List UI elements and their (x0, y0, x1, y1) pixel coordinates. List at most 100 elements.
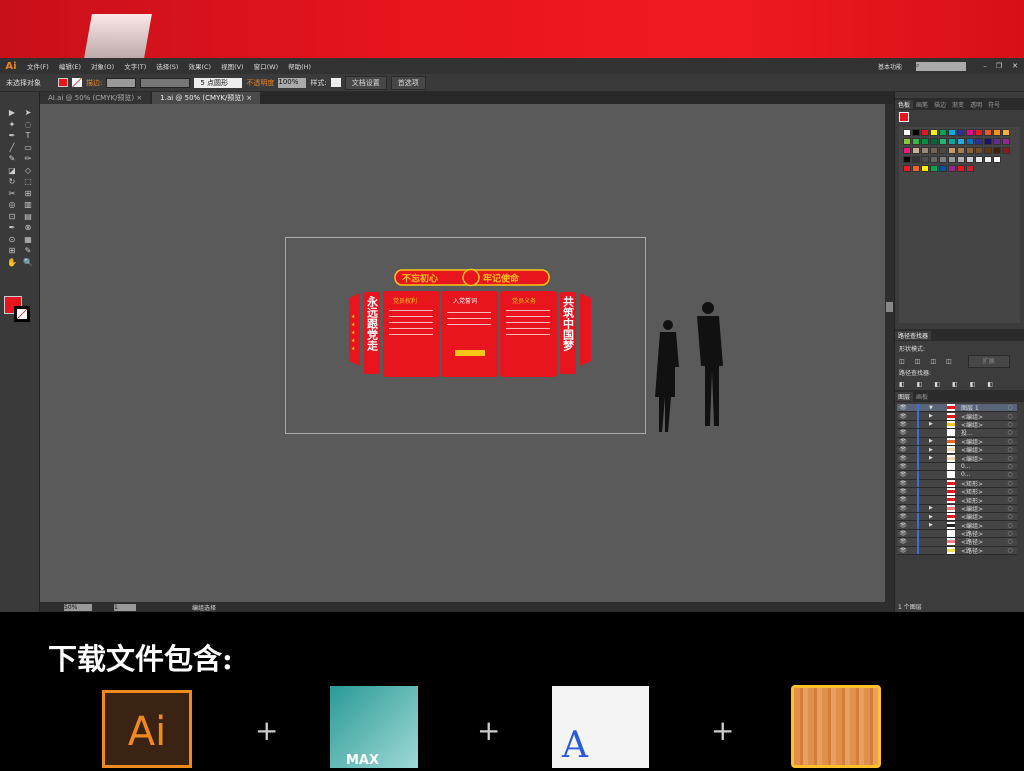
divide-icon[interactable]: ◧ (899, 379, 905, 390)
visibility-eye-icon[interactable]: 👁 (897, 429, 909, 436)
eraser-tool-icon[interactable]: ◇ (23, 166, 33, 176)
panel-tab[interactable]: 色板 (895, 99, 914, 109)
menu-item[interactable]: 编辑(E) (59, 61, 81, 71)
fill-swatch[interactable] (58, 78, 68, 87)
target-icon[interactable]: ○ (1003, 463, 1017, 470)
target-icon[interactable]: ○ (1003, 455, 1017, 462)
target-icon[interactable]: ○ (1003, 438, 1017, 445)
color-swatch[interactable] (930, 129, 938, 136)
expand-arrow-icon[interactable]: ▶ (929, 514, 937, 520)
panel-tab[interactable]: 画笔 (913, 100, 931, 109)
color-swatch[interactable] (921, 129, 929, 136)
visibility-eye-icon[interactable]: 👁 (897, 538, 909, 545)
color-swatch[interactable] (903, 129, 911, 136)
color-swatch[interactable] (921, 147, 929, 154)
blend-tool-icon[interactable]: ⊗ (23, 223, 33, 233)
panel-tab[interactable]: 描边 (931, 100, 949, 109)
layer-row[interactable]: 👁 0... ○ (897, 462, 1017, 472)
target-icon[interactable]: ○ (1003, 522, 1017, 529)
color-swatch[interactable] (921, 138, 929, 145)
menu-item[interactable]: 视图(V) (221, 61, 244, 71)
layer-row[interactable]: 👁 ▶ <编组> ○ (897, 454, 1017, 463)
target-icon[interactable]: ○ (1003, 413, 1017, 420)
hand-tool-icon[interactable]: ✋ (7, 258, 17, 268)
visibility-eye-icon[interactable]: 👁 (897, 480, 909, 487)
direct-selection-tool-icon[interactable]: ➤ (23, 108, 33, 118)
expand-arrow-icon[interactable]: ▶ (929, 522, 937, 528)
unite-icon[interactable]: ◫ (899, 356, 905, 367)
color-swatch[interactable] (1002, 129, 1010, 136)
preferences-button[interactable]: 首选项 (390, 75, 426, 90)
restore-button[interactable]: ❐ (992, 62, 1006, 70)
target-icon[interactable]: ○ (1003, 446, 1017, 453)
color-swatch[interactable] (1002, 147, 1010, 154)
slice-tool-icon[interactable]: ✎ (23, 246, 33, 256)
color-swatch[interactable] (957, 138, 965, 145)
color-swatch[interactable] (930, 147, 938, 154)
color-swatch[interactable] (939, 138, 947, 145)
menu-item[interactable]: 选择(S) (156, 61, 178, 71)
selection-tool-icon[interactable]: ▶ (7, 108, 17, 118)
color-swatch[interactable] (993, 138, 1001, 145)
expand-arrow-icon[interactable]: ▶ (929, 447, 937, 453)
variable-width-select[interactable] (140, 77, 191, 88)
color-swatch[interactable] (966, 138, 974, 145)
opacity-label[interactable]: 不透明度 (246, 78, 274, 88)
color-swatch[interactable] (903, 165, 911, 172)
tab-layers[interactable]: 图层 (895, 391, 914, 401)
color-swatch[interactable] (903, 156, 911, 163)
blob-brush-tool-icon[interactable]: ◪ (7, 166, 17, 176)
pencil-tool-icon[interactable]: ✏ (23, 154, 33, 164)
artwork-culture-wall[interactable]: 不忘初心 牢记使命 ★ ★ ★ ★ ★ 永远跟党走 党员权利 入党誓词 党员义务 共筑中… (345, 266, 595, 381)
expand-arrow-icon[interactable]: ▼ (929, 405, 937, 411)
paintbrush-tool-icon[interactable]: ✎ (7, 154, 17, 164)
close-button[interactable]: ✕ (1006, 62, 1024, 70)
color-swatch[interactable] (984, 138, 992, 145)
color-swatch[interactable] (1002, 138, 1010, 145)
color-swatch[interactable] (921, 165, 929, 172)
pen-tool-icon[interactable]: ✒ (7, 131, 17, 141)
color-swatch[interactable] (912, 147, 920, 154)
warp-tool-icon[interactable]: ✂ (7, 189, 17, 199)
gradient-tool-icon[interactable]: ▤ (23, 212, 33, 222)
target-icon[interactable]: ○ (1003, 547, 1017, 554)
shape-builder-tool-icon[interactable]: ◎ (7, 200, 17, 210)
mesh-tool-icon[interactable]: ⊡ (7, 212, 17, 222)
target-icon[interactable]: ○ (1003, 488, 1017, 495)
color-swatch[interactable] (966, 129, 974, 136)
rotate-tool-icon[interactable]: ↻ (7, 177, 17, 187)
minus-front-icon[interactable]: ◫ (915, 356, 921, 367)
visibility-eye-icon[interactable]: 👁 (897, 522, 909, 529)
target-icon[interactable]: ○ (1003, 471, 1017, 478)
expand-arrow-icon[interactable]: ▶ (929, 413, 937, 419)
vertical-scrollbar[interactable] (885, 104, 894, 602)
target-icon[interactable]: ○ (1003, 480, 1017, 487)
artboard-tool-icon[interactable]: ⊞ (7, 246, 17, 256)
visibility-eye-icon[interactable]: 👁 (897, 421, 909, 428)
column-graph-tool-icon[interactable]: ▦ (23, 235, 33, 245)
trim-icon[interactable]: ◧ (917, 379, 923, 390)
color-swatch[interactable] (939, 147, 947, 154)
visibility-eye-icon[interactable]: 👁 (897, 413, 909, 420)
panel-tab[interactable]: 透明 (967, 100, 985, 109)
outline-icon[interactable]: ◧ (970, 379, 976, 390)
visibility-eye-icon[interactable]: 👁 (897, 496, 909, 503)
target-icon[interactable]: ○ (1003, 404, 1017, 411)
color-swatch[interactable] (957, 165, 965, 172)
menu-item[interactable]: 帮助(H) (288, 61, 311, 71)
tab-ai-ai[interactable]: AI.ai @ 50% (CMYK/预览) × (40, 92, 151, 104)
color-swatch[interactable] (975, 138, 983, 145)
stroke-swatch[interactable] (72, 78, 82, 87)
visibility-eye-icon[interactable]: 👁 (897, 471, 909, 478)
search-input[interactable]: ⌕ (916, 61, 966, 71)
merge-icon[interactable]: ◧ (934, 379, 940, 390)
expand-button[interactable]: 扩展 (967, 355, 1010, 368)
color-swatch[interactable] (948, 147, 956, 154)
color-swatch[interactable] (948, 156, 956, 163)
color-swatch[interactable] (948, 138, 956, 145)
color-swatch[interactable] (930, 156, 938, 163)
fill-stroke-preview[interactable] (895, 110, 1024, 127)
target-icon[interactable]: ○ (1003, 505, 1017, 512)
pathfinder-tab[interactable]: 路径查找器 (895, 330, 932, 340)
color-swatch[interactable] (912, 156, 920, 163)
